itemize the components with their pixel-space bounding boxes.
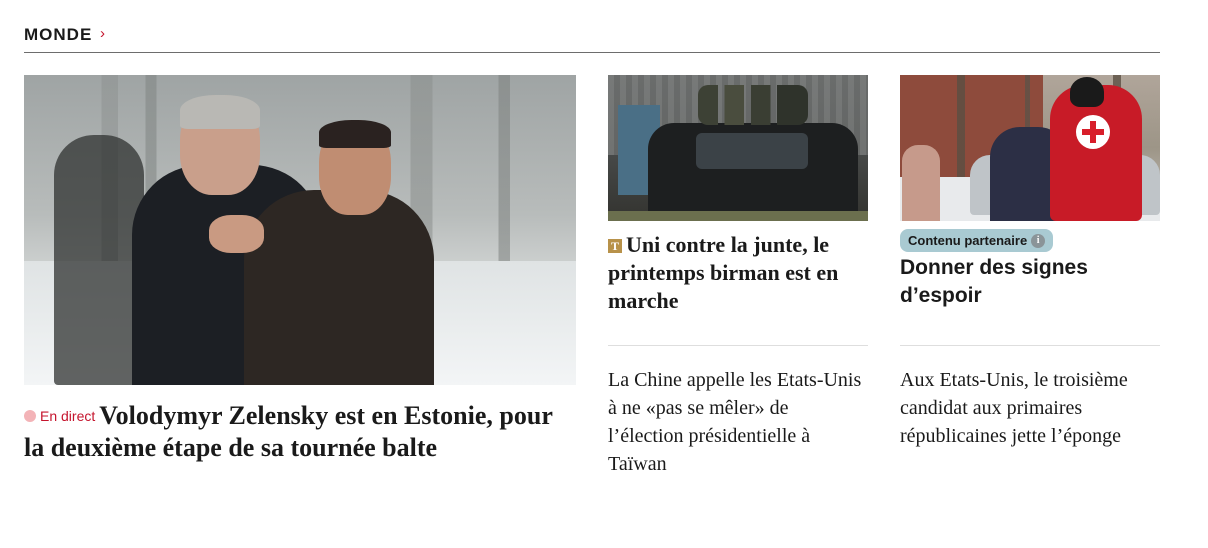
- image-fighters: [698, 85, 808, 125]
- main-article-headline: Volodymyr Zelensky est en Estonie, pour …: [24, 401, 553, 462]
- red-cross-emblem-icon: [1076, 115, 1110, 149]
- image-man-right: [209, 120, 434, 385]
- partner-badge-label: Contenu partenaire: [908, 233, 1028, 248]
- mid-article-headline-link[interactable]: T Uni contre la junte, le printemps birma…: [608, 231, 868, 315]
- main-article-headline-link[interactable]: En direct Volodymyr Zelensky est en Eston…: [24, 400, 576, 464]
- section-header: MONDE ›: [24, 22, 1160, 53]
- live-label: En direct: [40, 408, 96, 424]
- live-dot-icon: [24, 410, 36, 422]
- premium-article-icon: T: [608, 239, 622, 253]
- secondary-article-link[interactable]: Aux Etats-Unis, le troisième candidat au…: [900, 366, 1160, 450]
- image-photographer: [54, 135, 144, 385]
- secondary-article-headline: La Chine appelle les Etats-Unis à ne «pa…: [608, 369, 862, 475]
- main-article-image[interactable]: [24, 75, 576, 385]
- info-icon[interactable]: i: [1031, 234, 1046, 248]
- mid-article-headline: Uni contre la junte, le printemps birman…: [608, 232, 839, 313]
- image-ground: [608, 211, 868, 221]
- secondary-article-headline: Aux Etats-Unis, le troisième candidat au…: [900, 369, 1128, 447]
- right-article-image[interactable]: [900, 75, 1160, 221]
- divider: [900, 345, 1160, 346]
- secondary-article-link[interactable]: La Chine appelle les Etats-Unis à ne «pa…: [608, 366, 868, 478]
- divider: [608, 345, 868, 346]
- partner-content-badge: Contenu partenaire i: [900, 229, 1054, 252]
- right-article-headline: Donner des signes d’espoir: [900, 256, 1088, 307]
- chevron-right-icon[interactable]: ›: [100, 25, 105, 42]
- image-windshield: [696, 133, 808, 169]
- right-article-headline-link[interactable]: Donner des signes d’espoir: [900, 254, 1160, 310]
- image-woman-left: [902, 145, 940, 221]
- mid-article-image[interactable]: [608, 75, 868, 221]
- section-title-link[interactable]: MONDE: [24, 25, 92, 45]
- image-worker-head: [1070, 77, 1104, 107]
